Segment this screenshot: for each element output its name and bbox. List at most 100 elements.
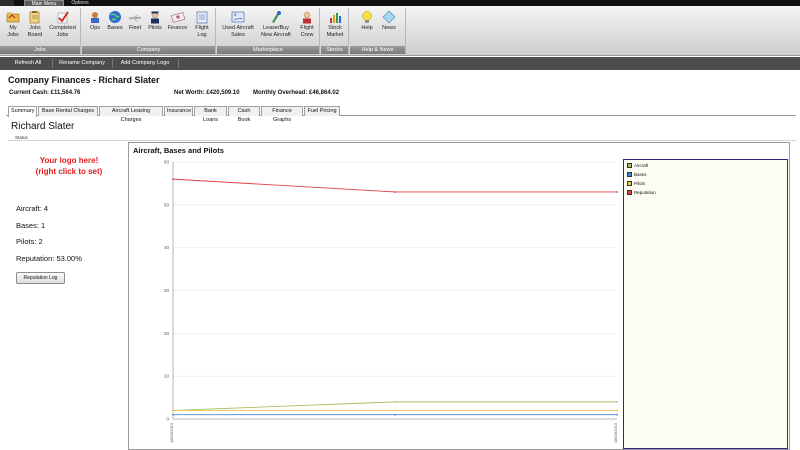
pilots-button[interactable]: Pilots	[145, 8, 165, 46]
series-line-aircraft	[172, 401, 617, 411]
ribbon-group-label: Company	[82, 46, 215, 54]
ribbon-group-label: Marketplace	[217, 46, 319, 54]
folder-icon	[6, 12, 20, 23]
monthly-overhead: Monthly Overhead: £46,864.02	[253, 90, 340, 96]
tab-finance-graphs[interactable]: Finance Graphs	[261, 106, 303, 123]
chart-title: Aircraft, Bases and Pilots	[133, 146, 224, 155]
legend-swatch	[627, 181, 632, 186]
legend-item-aircraft: Aircraft	[627, 163, 648, 169]
toolbar-divider	[112, 59, 113, 68]
x-tick-label: 18/03/2013	[169, 422, 174, 443]
y-tick-label: 40	[164, 245, 170, 250]
tab-fuel-pricing[interactable]: Fuel Pricing	[304, 106, 340, 116]
lease-buy-aircraft-button[interactable]: Lease/Buy New Aircraft	[257, 8, 295, 46]
line-chart: 0 10 20 30 40 50 60 18/03/2013 18/03/2013	[164, 160, 618, 444]
add-company-logo-button[interactable]: Add Company Logo	[114, 58, 176, 69]
lease-aircraft-icon	[272, 11, 281, 23]
pilots-count: Pilots: 2	[16, 237, 43, 246]
lightbulb-icon	[362, 11, 372, 23]
data-point-pilots	[394, 409, 396, 412]
toolbar-divider	[52, 59, 53, 68]
y-tick-label: 50	[164, 202, 170, 207]
help-button[interactable]: Help	[356, 8, 378, 46]
stock-market-button[interactable]: Stock Market	[323, 8, 347, 46]
ribbon-group-company: Ops Bases Fleet Pilots Finance Flight Lo…	[82, 8, 216, 54]
tab-insurance[interactable]: Insurance	[164, 106, 193, 116]
operations-icon	[91, 12, 99, 23]
ribbon-group-marketplace: $ Used Aircraft Sales Lease/Buy New Airc…	[217, 8, 320, 54]
legend-label: Pilots	[634, 181, 646, 186]
y-tick-label: 10	[164, 374, 170, 379]
used-aircraft-sales-button[interactable]: $ Used Aircraft Sales	[219, 8, 257, 46]
globe-icon	[109, 11, 121, 23]
tab-bank-loans[interactable]: Bank Loans	[194, 106, 227, 123]
finances-view: Company Finances - Richard Slater Curren…	[0, 70, 800, 450]
data-point-bases	[394, 413, 396, 416]
data-point-pilots	[172, 409, 174, 412]
fleet-button[interactable]: Fleet	[125, 8, 145, 46]
bases-count: Bases: 1	[16, 221, 46, 230]
y-tick-label: 20	[164, 331, 170, 336]
status-divider	[8, 140, 796, 141]
finance-icon	[170, 12, 185, 23]
finance-button[interactable]: Finance	[165, 8, 190, 46]
data-point-reputation	[172, 178, 174, 181]
owner-name: Richard Slater	[11, 121, 75, 132]
crew-icon	[303, 11, 311, 24]
current-cash: Current Cash: £11,564.76	[9, 90, 81, 96]
ribbon-group-label: Help & News	[350, 46, 405, 54]
tab-aircraft-leasing-charges[interactable]: Aircraft Leasing Charges	[99, 106, 163, 123]
reputation-log-button[interactable]: Reputation Log	[16, 272, 65, 284]
data-point-bases	[616, 413, 618, 416]
checkmark-icon	[57, 11, 69, 24]
tab-base-rental-charges[interactable]: Base Rental Charges	[38, 106, 98, 116]
logo-placeholder-hint: (right click to set)	[35, 167, 103, 176]
reputation-value: Reputation: 53.00%	[16, 254, 82, 263]
refresh-all-button[interactable]: Refresh All	[6, 58, 50, 69]
y-tick-label: 30	[164, 288, 170, 293]
completed-jobs-button[interactable]: Completed Jobs	[46, 8, 79, 46]
rename-company-button[interactable]: Rename Company	[54, 58, 110, 69]
ribbon-group-label: Jobs	[0, 46, 80, 54]
data-point-aircraft	[616, 400, 618, 403]
company-toolbar: Refresh All Rename Company Add Company L…	[0, 57, 800, 70]
legend-label: Bases	[634, 172, 647, 177]
company-logo-placeholder[interactable]: Your logo here! (right click to set)	[15, 155, 123, 177]
jobs-board-button[interactable]: Jobs Board	[24, 8, 46, 46]
pilot-icon	[151, 11, 159, 24]
legend-swatch	[627, 163, 632, 168]
ribbon-group-label: Stocks	[321, 46, 348, 54]
x-tick-label: 18/03/2013	[613, 422, 618, 443]
data-point-reputation	[394, 191, 396, 193]
legend-swatch	[627, 172, 632, 177]
legend-item-reputation: Reputation	[627, 190, 656, 196]
y-tick-label: 0	[166, 417, 169, 422]
legend-label: Aircraft	[634, 163, 649, 168]
airplane-icon	[128, 15, 142, 22]
aircraft-sales-icon: $	[231, 11, 245, 23]
toolbar-divider	[178, 59, 179, 68]
jobs-board-icon	[29, 11, 40, 24]
tab-summary[interactable]: Summary	[8, 106, 37, 117]
news-icon	[382, 10, 396, 24]
stock-market-icon	[330, 13, 341, 23]
page-title: Company Finances - Richard Slater	[8, 75, 160, 85]
ribbon-group-stocks: Stock Market Stocks	[321, 8, 349, 54]
my-jobs-button[interactable]: My Jobs	[2, 8, 24, 46]
net-worth: Net Worth: £420,509.10	[174, 90, 240, 96]
app-window: Main Menu Options My Jobs Jobs Board Com…	[0, 0, 800, 450]
chart-legend: Aircraft Bases Pilots Reputation	[623, 159, 788, 449]
legend-label: Reputation	[634, 190, 656, 195]
tab-cash-book[interactable]: Cash Book	[228, 106, 260, 123]
legend-item-pilots: Pilots	[627, 181, 645, 187]
flight-crew-button[interactable]: Flight Crew	[296, 8, 318, 46]
data-point-reputation	[616, 191, 618, 193]
bases-button[interactable]: Bases	[105, 8, 125, 46]
ribbon: My Jobs Jobs Board Completed Jobs Jobs O…	[0, 6, 800, 56]
data-point-pilots	[616, 409, 618, 412]
flight-log-button[interactable]: Flight Log	[190, 8, 214, 46]
news-button[interactable]: News	[378, 8, 400, 46]
ribbon-group-help-news: Help News Help & News	[350, 8, 406, 54]
ops-button[interactable]: Ops	[85, 8, 105, 46]
finance-tabs: Summary Base Rental Charges Aircraft Lea…	[6, 106, 796, 123]
